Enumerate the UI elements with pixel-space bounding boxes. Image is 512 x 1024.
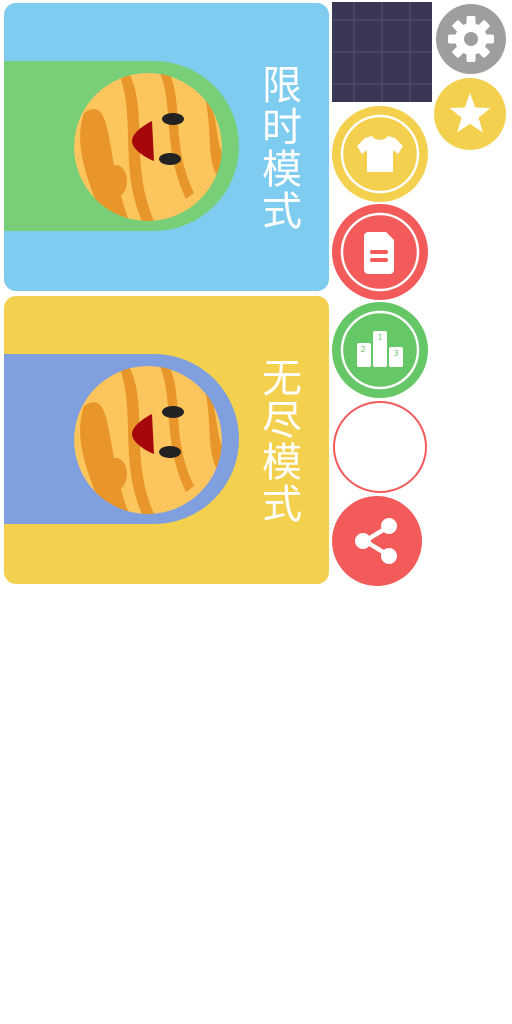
timed-mode-card[interactable]: 限时模式	[4, 3, 329, 291]
mascot-ball-icon	[74, 366, 222, 514]
skins-button[interactable]	[332, 106, 428, 202]
podium-icon: 2 1 3	[332, 302, 428, 398]
gear-icon	[436, 4, 506, 74]
leaderboard-button[interactable]: 2 1 3	[332, 302, 428, 398]
star-icon	[434, 78, 506, 150]
podium-third-label: 3	[393, 349, 398, 358]
settings-button[interactable]	[436, 4, 506, 74]
grid-tile-texture	[332, 2, 432, 102]
share-button[interactable]	[332, 496, 422, 586]
mode-title: 无尽模式	[255, 357, 301, 525]
share-icon	[332, 496, 422, 586]
mode-title: 限时模式	[255, 64, 301, 232]
notes-button[interactable]	[332, 204, 428, 300]
rate-button[interactable]	[434, 78, 506, 150]
podium-first-label: 1	[377, 333, 382, 342]
document-icon	[332, 204, 428, 300]
shirt-icon	[332, 106, 428, 202]
endless-mode-card[interactable]: 无尽模式	[4, 296, 329, 584]
mascot-ball-icon	[74, 73, 222, 221]
empty-ring-button[interactable]	[332, 400, 428, 494]
podium-second-label: 2	[360, 345, 365, 354]
